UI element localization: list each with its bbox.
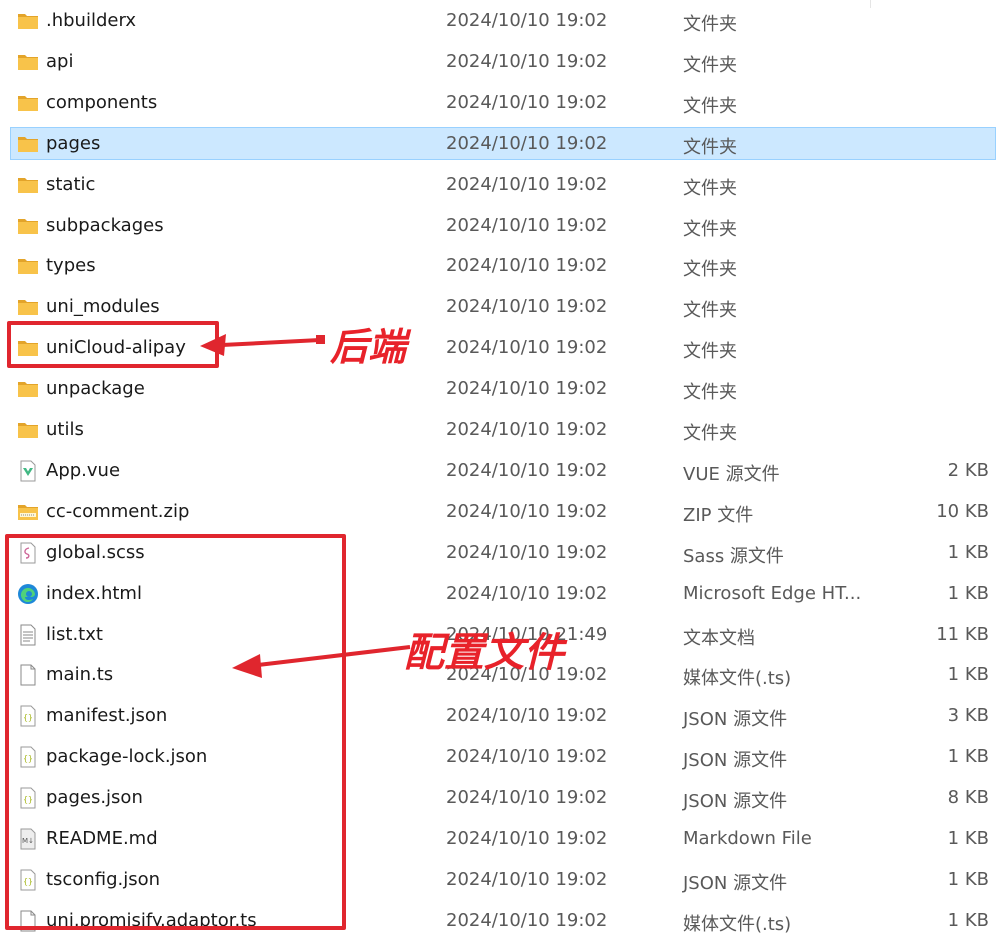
config-arrow xyxy=(232,645,411,678)
backend-arrow xyxy=(200,334,325,356)
annotation-arrows xyxy=(200,334,411,678)
config-annotation-label: 配置文件 xyxy=(404,630,564,676)
backend-annotation-label: 后端 xyxy=(330,325,407,369)
